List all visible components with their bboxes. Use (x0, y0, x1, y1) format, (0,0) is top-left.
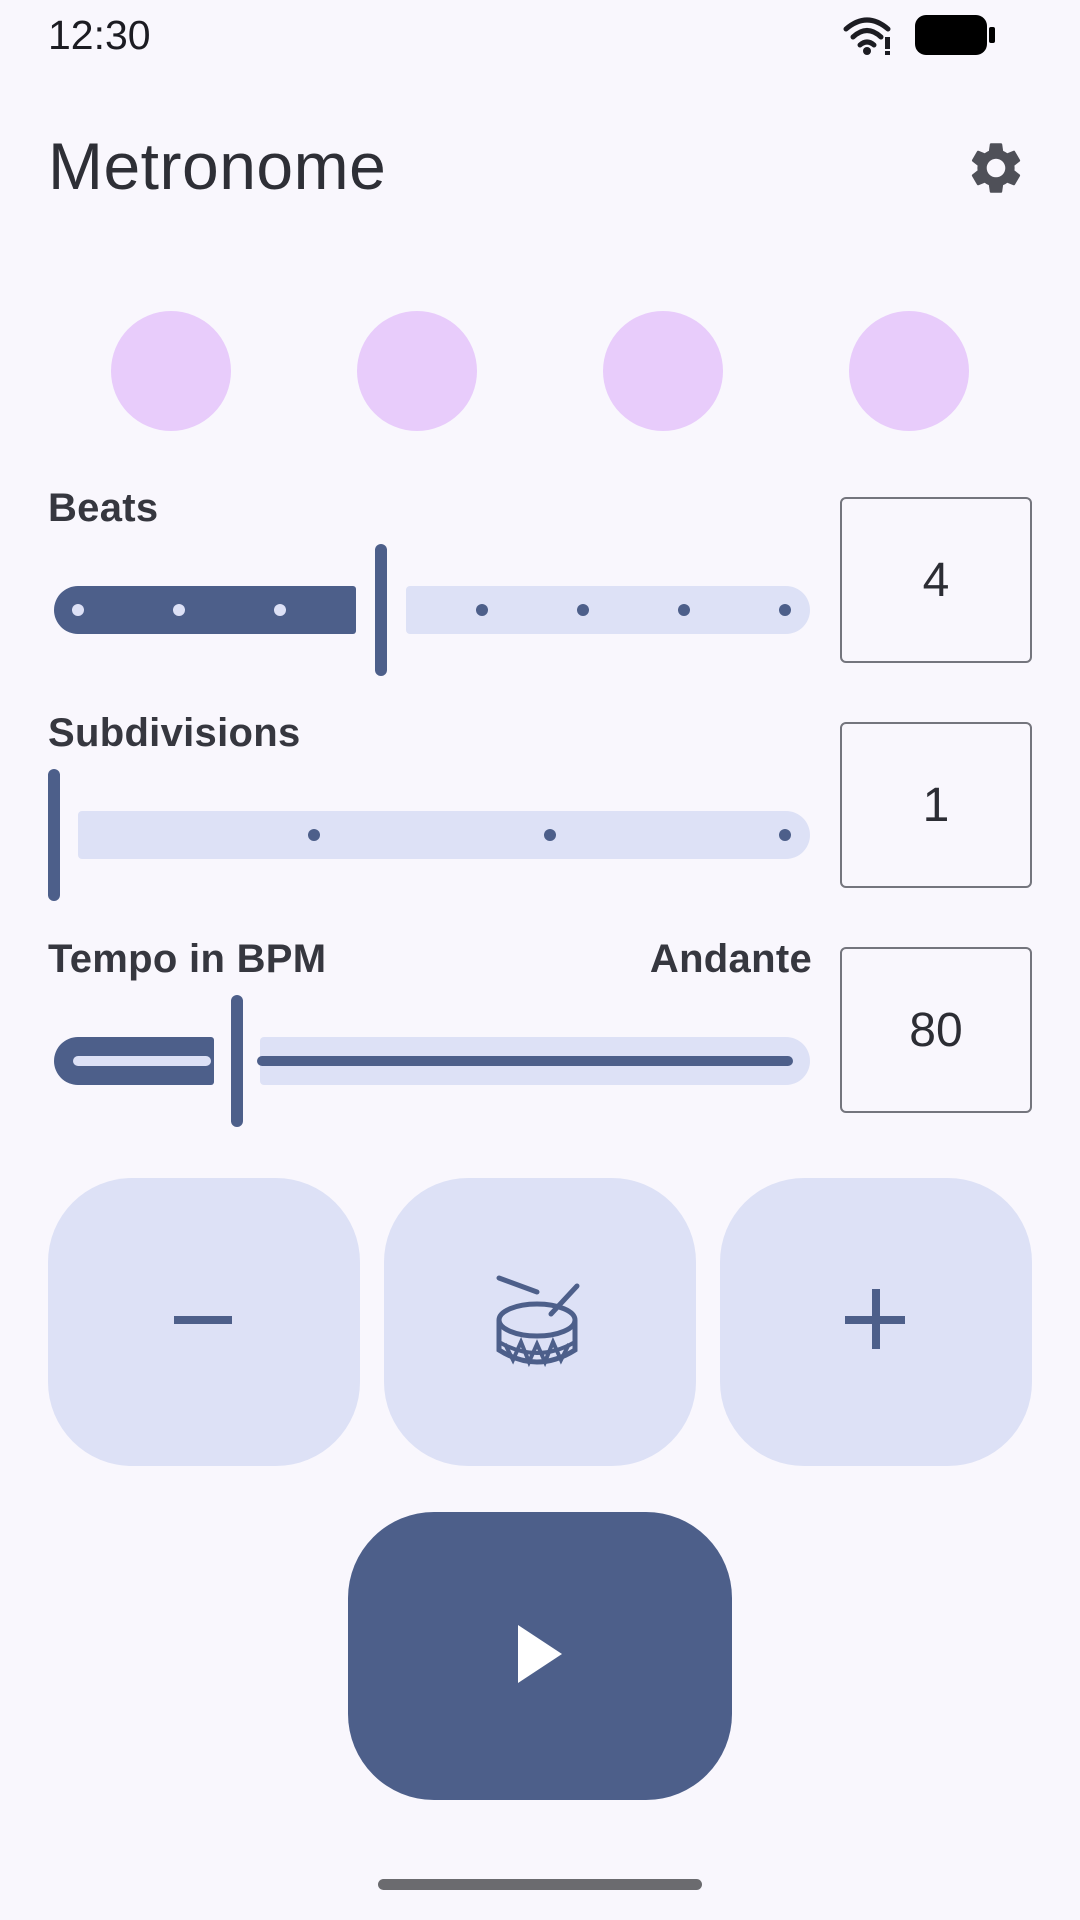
drum-icon (495, 1272, 585, 1373)
subdivisions-slider-thumb (48, 769, 60, 901)
beats-label: Beats (48, 486, 159, 530)
tempo-slider-thumb (231, 995, 243, 1127)
page-title: Metronome (48, 129, 387, 203)
beats-value-field[interactable]: 4 (840, 497, 1032, 663)
decrement-tempo-button[interactable] (48, 1178, 360, 1466)
status-icons (842, 14, 996, 61)
beat-indicator-3 (603, 311, 723, 431)
subdivisions-value-field[interactable]: 1 (840, 722, 1032, 888)
play-icon (516, 1624, 564, 1688)
metronome-screen: 12:30 Metronome Beats 4 Subdivisions 1 T… (0, 0, 1080, 1920)
play-button[interactable] (348, 1512, 732, 1800)
increment-tempo-button[interactable] (720, 1178, 1032, 1466)
subdivisions-slider[interactable] (48, 765, 816, 905)
status-time: 12:30 (48, 12, 151, 58)
beat-indicator-4 (849, 311, 969, 431)
subdivisions-label: Subdivisions (48, 711, 301, 755)
tempo-slider[interactable] (48, 991, 816, 1131)
home-indicator[interactable] (378, 1879, 702, 1890)
tempo-label: Tempo in BPM (48, 937, 327, 981)
minus-icon (174, 1313, 234, 1331)
tempo-marking: Andante (649, 937, 812, 981)
beats-slider-thumb (375, 544, 387, 676)
plus-icon (845, 1288, 907, 1356)
tempo-value-field[interactable]: 80 (840, 947, 1032, 1113)
wifi-icon (842, 15, 892, 60)
beat-indicator-1 (111, 311, 231, 431)
battery-icon (914, 14, 996, 61)
settings-button[interactable] (962, 136, 1030, 204)
beats-slider[interactable] (48, 540, 816, 680)
beat-indicator-2 (357, 311, 477, 431)
tap-tempo-button[interactable] (384, 1178, 696, 1466)
gear-icon (965, 137, 1027, 204)
